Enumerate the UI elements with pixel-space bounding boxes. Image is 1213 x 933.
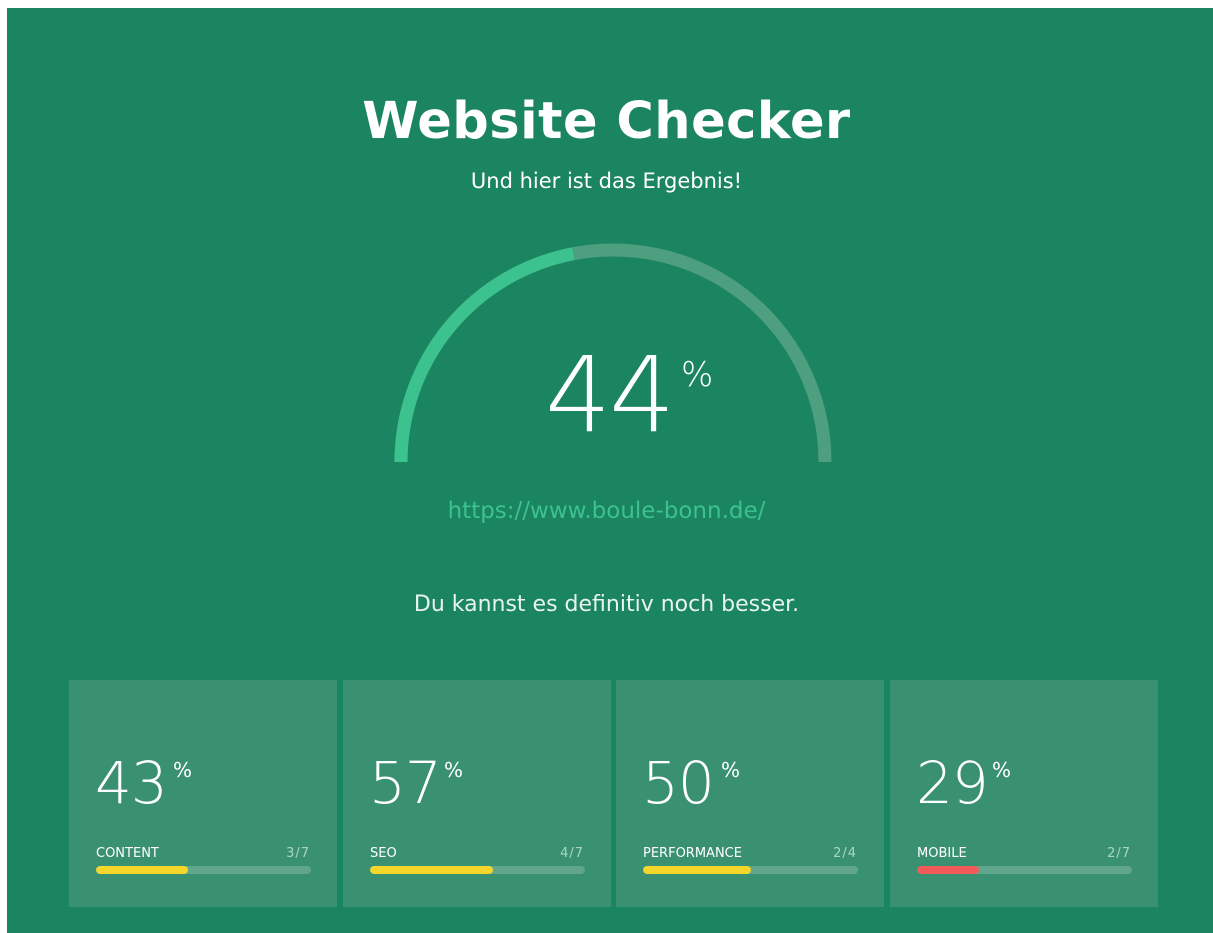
progress-bar <box>96 866 311 874</box>
verdict-text: Du kannst es definitiv noch besser. <box>413 592 800 617</box>
progress-bar-fill <box>96 866 189 874</box>
card-label: MOBILE <box>917 846 967 861</box>
card-score: 57 <box>369 749 442 817</box>
progress-bar <box>643 866 858 874</box>
card-label: SEO <box>370 846 397 861</box>
overall-score-unit: % <box>681 355 714 395</box>
progress-bar <box>917 866 1132 874</box>
card-score-unit: % <box>173 758 193 782</box>
card-score-unit: % <box>444 758 464 782</box>
card-ratio: 3/7 <box>286 846 310 861</box>
card-label: PERFORMANCE <box>643 846 742 861</box>
progress-bar-fill <box>917 866 980 874</box>
category-card-content: 43 % CONTENT 3/7 <box>69 680 337 907</box>
category-card-performance: 50 % PERFORMANCE 2/4 <box>616 680 884 907</box>
card-score-unit: % <box>992 758 1012 782</box>
card-score: 50 <box>642 749 715 817</box>
card-ratio: 4/7 <box>560 846 584 861</box>
category-card-mobile: 29 % MOBILE 2/7 <box>890 680 1158 907</box>
progress-bar-fill <box>370 866 493 874</box>
card-ratio: 2/4 <box>833 846 857 861</box>
progress-bar-fill <box>643 866 751 874</box>
card-ratio: 2/7 <box>1107 846 1131 861</box>
category-card-seo: 57 % SEO 4/7 <box>343 680 611 907</box>
overall-score: 44 <box>545 334 675 456</box>
card-score-unit: % <box>721 758 741 782</box>
card-score: 29 <box>916 749 989 817</box>
card-label: CONTENT <box>96 846 159 861</box>
progress-bar <box>370 866 585 874</box>
checked-url-link[interactable]: https://www.boule-bonn.de/ <box>0 498 1213 524</box>
card-score: 43 <box>95 749 168 817</box>
